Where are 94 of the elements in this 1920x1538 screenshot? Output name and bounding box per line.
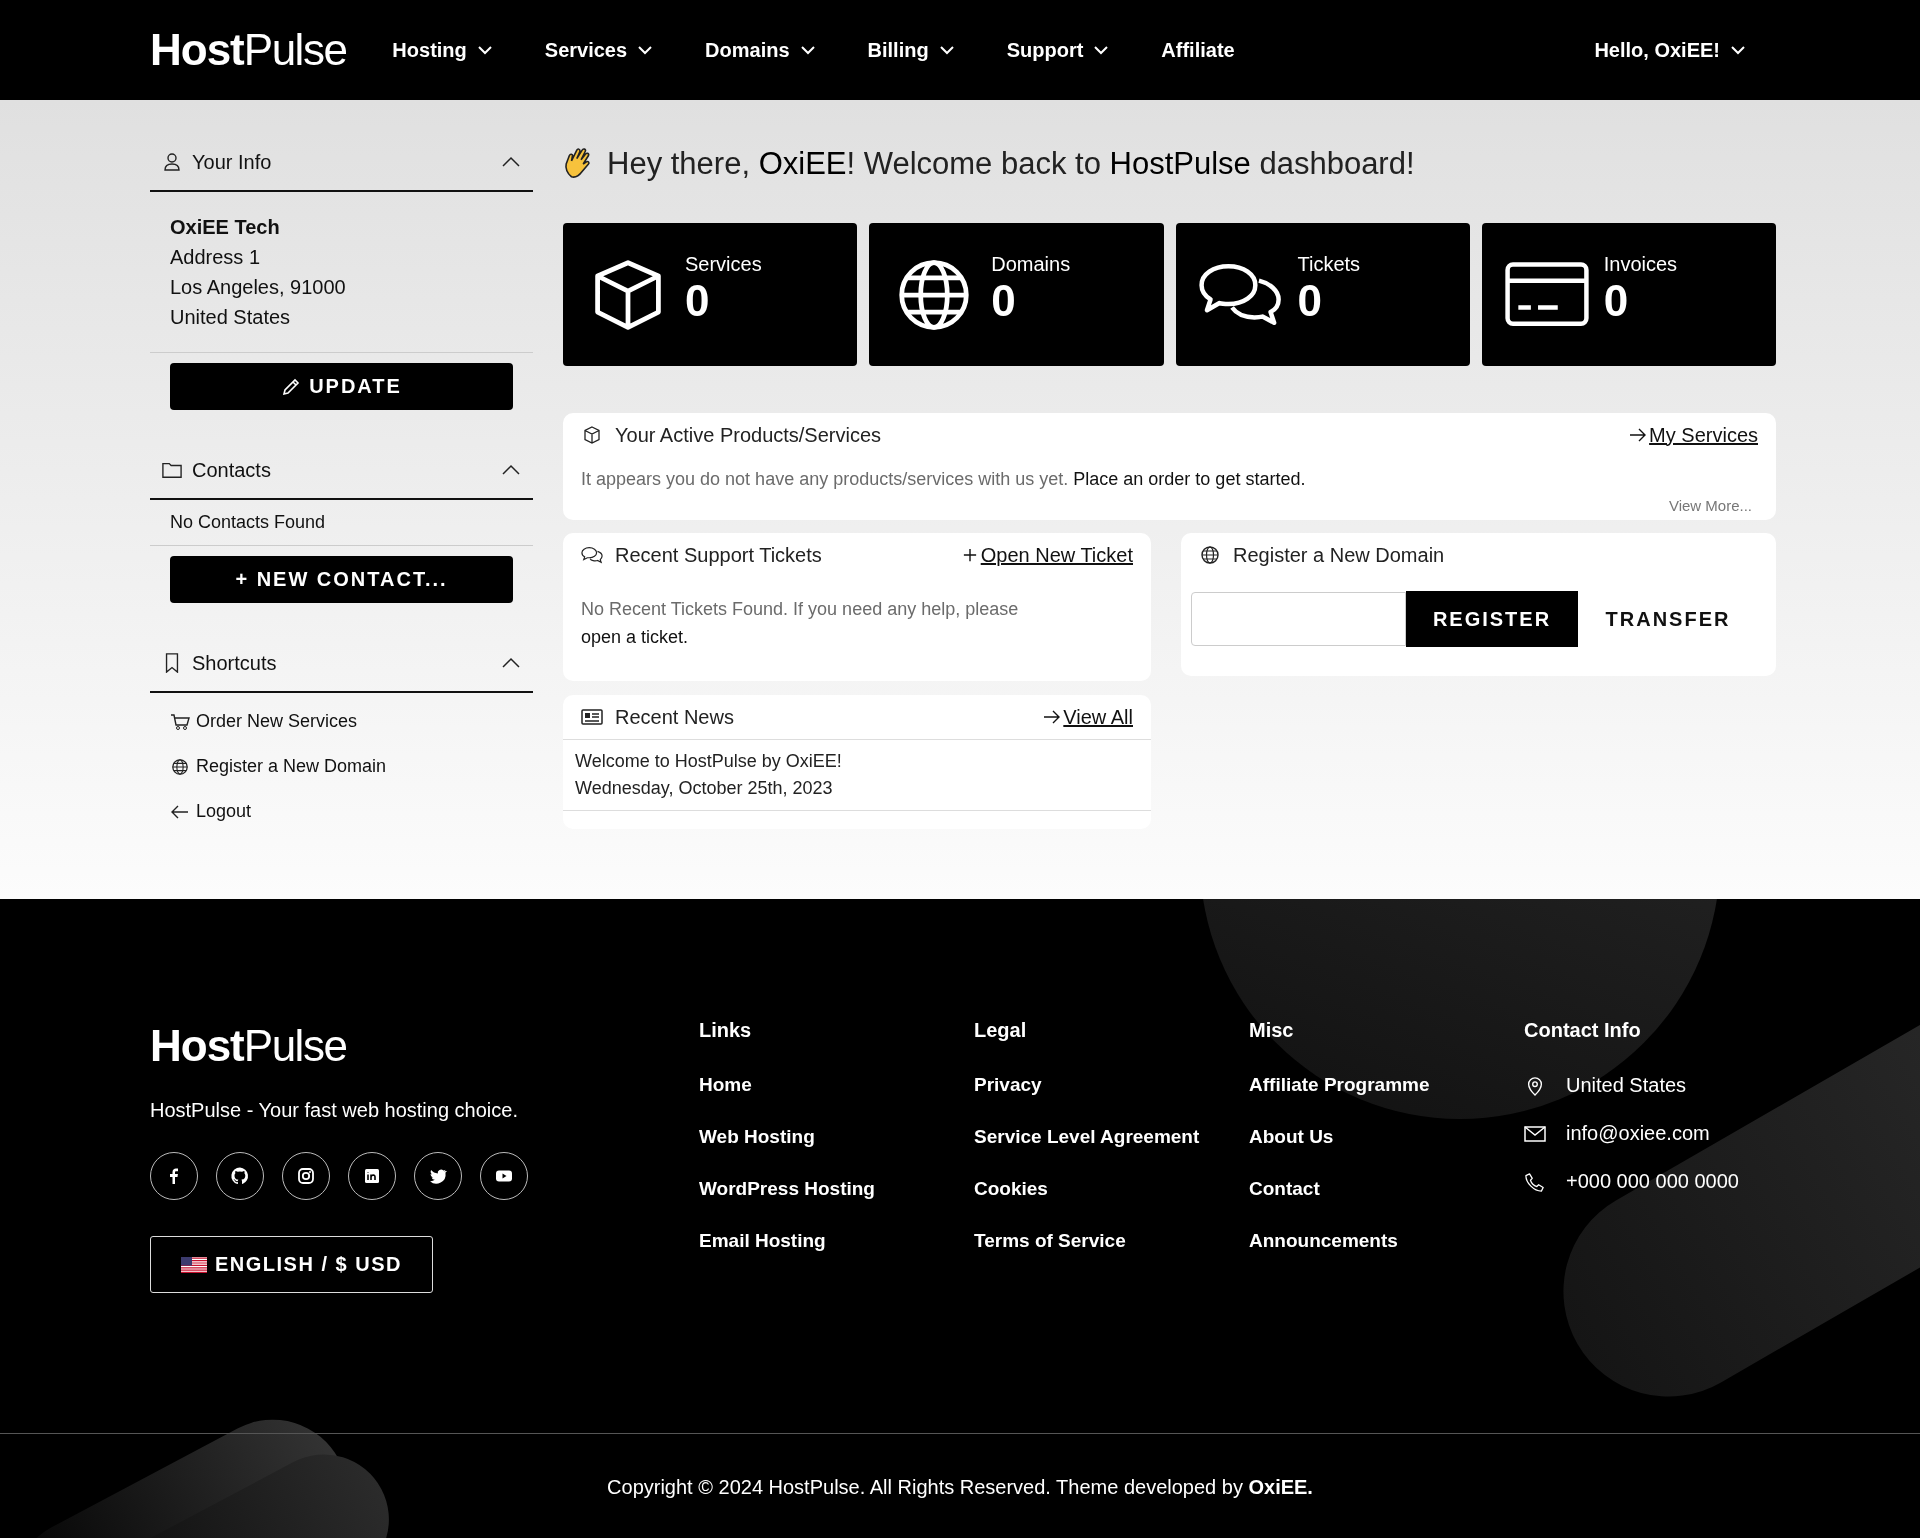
panel-title: Recent Support Tickets bbox=[615, 543, 823, 567]
panel-title: Your Active Products/Services bbox=[615, 423, 883, 447]
stat-card[interactable]: Services 0 bbox=[563, 223, 858, 366]
empty-message: No Recent Tickets Found. If you need any help, please open a ticket. bbox=[581, 598, 1020, 649]
twitter-icon bbox=[428, 1166, 448, 1186]
footer-link[interactable]: Terms of Service bbox=[974, 1230, 1249, 1282]
section-title: Shortcuts bbox=[192, 651, 278, 675]
phone-icon bbox=[1524, 1172, 1546, 1192]
view-more-link[interactable]: View More... bbox=[1668, 497, 1752, 514]
chevron-icon[interactable] bbox=[501, 156, 521, 168]
stat-card[interactable]: Domains 0 bbox=[869, 223, 1164, 366]
stat-label: Invoices bbox=[1603, 253, 1678, 276]
footer-heading: Legal bbox=[974, 1019, 1028, 1042]
stat-card[interactable]: Tickets 0 bbox=[1175, 223, 1470, 366]
nav-link[interactable]: Billing bbox=[867, 38, 955, 62]
nav-link[interactable]: Support bbox=[1006, 38, 1110, 62]
address-line: United States bbox=[170, 305, 292, 330]
open-ticket-link[interactable]: open a ticket. bbox=[581, 627, 689, 647]
envelope-icon bbox=[1524, 1124, 1546, 1144]
language-currency-button[interactable]: ENGLISH / $ USD bbox=[150, 1236, 433, 1293]
company-name: OxiEE Tech bbox=[170, 215, 281, 240]
update-button[interactable]: UPDATE bbox=[170, 363, 513, 410]
cart-icon bbox=[170, 712, 190, 731]
shortcut-link[interactable]: Order New Services bbox=[150, 699, 533, 744]
nav-link[interactable]: Domains bbox=[705, 38, 816, 62]
stat-count: 0 bbox=[1603, 276, 1630, 326]
contact-detail: info@oxiee.com bbox=[1566, 1122, 1710, 1145]
domain-input[interactable] bbox=[1191, 592, 1406, 646]
stat-count: 0 bbox=[1297, 276, 1323, 326]
stat-label: Tickets bbox=[1297, 253, 1361, 276]
place-order-link[interactable]: Place an order to get started. bbox=[1073, 469, 1306, 489]
footer-link[interactable]: WordPress Hosting bbox=[699, 1178, 974, 1230]
shortcut-link[interactable]: Logout bbox=[150, 789, 533, 834]
new-contact-button[interactable]: + NEW CONTACT... bbox=[170, 556, 513, 603]
instagram-icon bbox=[296, 1166, 316, 1186]
shortcut-link[interactable]: Register a New Domain bbox=[150, 744, 533, 789]
globe-icon bbox=[170, 757, 190, 776]
folder-icon bbox=[162, 460, 182, 480]
stat-card[interactable]: Invoices 0 bbox=[1481, 223, 1776, 366]
address-line: Address 1 bbox=[170, 245, 262, 270]
footer-heading: Contact Info bbox=[1524, 1019, 1642, 1042]
linkedin-icon bbox=[362, 1166, 382, 1186]
copyright-text: Copyright © 2024 HostPulse. All Rights Reserved. Theme developed by OxiEE. bbox=[606, 1476, 1314, 1499]
transfer-button[interactable]: TRANSFER bbox=[1578, 591, 1758, 647]
greeting-heading: Hey there, OxiEE! Welcome back to HostPulse dashboard! bbox=[607, 146, 1415, 182]
view-all-link[interactable]: View All bbox=[1043, 705, 1133, 729]
stat-label: Services bbox=[685, 253, 762, 276]
flag-icon bbox=[181, 1256, 207, 1273]
panel-title: Recent News bbox=[615, 705, 735, 729]
footer-link[interactable]: Contact bbox=[1249, 1178, 1524, 1230]
nav-link[interactable]: Hosting bbox=[392, 38, 493, 62]
nav-link[interactable]: Services bbox=[544, 38, 654, 62]
footer-link[interactable]: Service Level Agreement bbox=[974, 1126, 1249, 1178]
address-line: Los Angeles, 91000 bbox=[170, 275, 347, 300]
stat-label: Domains bbox=[991, 253, 1071, 276]
footer-link[interactable]: Web Hosting bbox=[699, 1126, 974, 1178]
chevron-icon[interactable] bbox=[501, 657, 521, 669]
footer-heading: Misc bbox=[1249, 1019, 1295, 1042]
pencil-icon bbox=[281, 376, 302, 397]
news-item[interactable]: Welcome to HostPulse by OxiEE! Wednesday, October 25th, 2023 bbox=[563, 740, 1151, 811]
stat-count: 0 bbox=[685, 276, 711, 326]
footer-link[interactable]: Home bbox=[699, 1074, 974, 1126]
github-icon bbox=[230, 1166, 250, 1186]
logo[interactable]: HostPulse bbox=[150, 25, 347, 75]
footer-link[interactable]: Announcements bbox=[1249, 1230, 1524, 1282]
register-button[interactable]: REGISTER bbox=[1406, 591, 1578, 647]
footer-link[interactable]: Privacy bbox=[974, 1074, 1249, 1126]
nav-link[interactable]: Affiliate bbox=[1161, 38, 1235, 62]
user-menu[interactable]: Hello, OxiEE! bbox=[1594, 38, 1746, 62]
open-new-ticket-link[interactable]: Open New Ticket bbox=[960, 543, 1133, 567]
footer-heading: Links bbox=[699, 1019, 753, 1042]
tagline: HostPulse - Your fast web hosting choice. bbox=[150, 1099, 519, 1122]
cube-icon bbox=[581, 425, 603, 445]
arrow-right-icon bbox=[1043, 710, 1062, 724]
globe-icon bbox=[1199, 545, 1221, 565]
chevron-icon[interactable] bbox=[501, 464, 521, 476]
footer-link[interactable]: Affiliate Programme bbox=[1249, 1074, 1524, 1126]
footer-link[interactable]: About Us bbox=[1249, 1126, 1524, 1178]
contact-detail: +000 000 000 0000 bbox=[1566, 1170, 1739, 1193]
newspaper-icon bbox=[581, 707, 603, 727]
footer-link[interactable]: Cookies bbox=[974, 1178, 1249, 1230]
contact-detail: United States bbox=[1566, 1074, 1687, 1097]
footer-link[interactable]: Email Hosting bbox=[699, 1230, 974, 1282]
empty-message: No Contacts Found bbox=[150, 500, 533, 546]
speech-bubbles-icon bbox=[581, 545, 603, 565]
stat-count: 0 bbox=[991, 276, 1017, 326]
arrow-right-icon bbox=[1629, 428, 1648, 442]
my-services-link[interactable]: My Services bbox=[1629, 423, 1758, 447]
section-title: Your Info bbox=[192, 150, 273, 174]
user-icon bbox=[162, 152, 182, 172]
section-title: Contacts bbox=[192, 458, 272, 482]
panel-title: Register a New Domain bbox=[1233, 543, 1446, 567]
empty-message: It appears you do not have any products/services with us yet. Place an order to get started. bbox=[581, 468, 1307, 491]
logo[interactable]: HostPulse bbox=[150, 1021, 653, 1071]
